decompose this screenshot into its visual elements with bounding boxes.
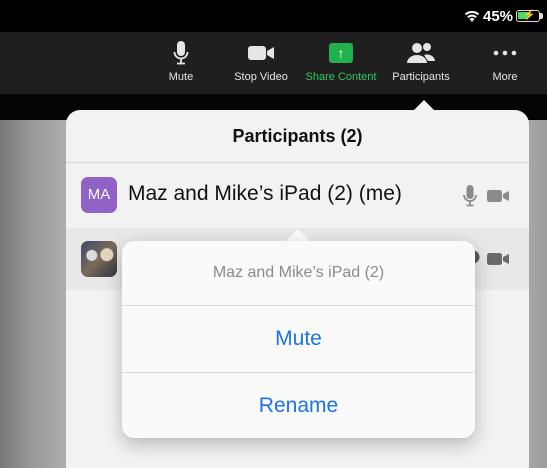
battery-cap (540, 13, 543, 19)
popover-title: Maz and Mike’s iPad (2) (122, 241, 475, 306)
avatar: MA (81, 177, 117, 213)
share-arrow-icon: ↑ (329, 43, 353, 63)
participants-button[interactable]: Participants (381, 38, 461, 83)
more-label: More (492, 71, 518, 83)
mute-button[interactable]: Mute (141, 38, 221, 83)
mic-icon (173, 41, 189, 65)
video-camera-icon (487, 253, 509, 265)
battery-icon: ⚡ (516, 10, 540, 22)
avatar (81, 241, 117, 277)
battery-percent: 45% (483, 8, 514, 25)
video-camera-icon (248, 46, 274, 60)
panel-title: Participants (2) (66, 110, 529, 163)
participant-name: Maz and Mike’s iPad (2) (me) (128, 182, 402, 205)
meeting-toolbar: Mute Stop Video ↑ Share Content Particip… (0, 32, 547, 94)
ellipsis-icon (493, 50, 517, 56)
mute-participant-button[interactable]: Mute (122, 306, 475, 373)
mic-icon (463, 185, 477, 207)
participant-row-me[interactable]: MA Maz and Mike’s iPad (2) (me) (66, 165, 529, 225)
rename-button[interactable]: Rename (122, 373, 475, 439)
more-button[interactable]: More (465, 38, 545, 83)
video-camera-icon (487, 190, 509, 202)
stop-video-button[interactable]: Stop Video (221, 38, 301, 83)
panel-caret (414, 100, 434, 110)
participant-action-menu: Maz and Mike’s iPad (2) Mute Rename (122, 241, 475, 438)
mute-label: Mute (168, 71, 194, 83)
popover-caret (286, 229, 310, 241)
wifi-icon (464, 10, 480, 22)
share-content-label: Share Content (305, 71, 377, 83)
participants-label: Participants (392, 71, 450, 83)
people-icon (407, 43, 435, 63)
stop-video-label: Stop Video (234, 71, 288, 83)
status-bar: 45% ⚡ (0, 0, 547, 32)
share-content-button[interactable]: ↑ Share Content (301, 38, 381, 83)
